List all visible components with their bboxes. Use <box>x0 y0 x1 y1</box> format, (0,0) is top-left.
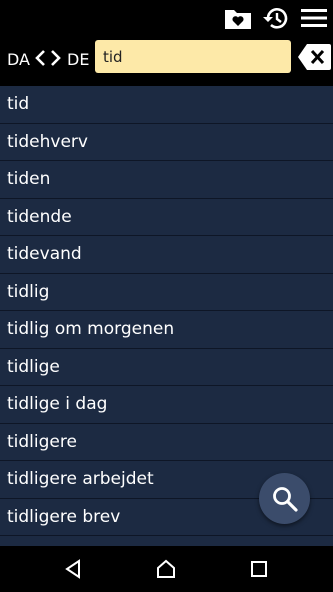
search-input[interactable] <box>95 40 291 73</box>
back-icon[interactable] <box>61 557 87 581</box>
search-fab-button[interactable] <box>259 473 310 524</box>
result-list-item[interactable]: tidlige i dag <box>0 386 333 424</box>
result-list-item[interactable]: tidlige <box>0 349 333 386</box>
result-list-item[interactable]: tidlig <box>0 274 333 311</box>
top-bar: DA DE <box>0 0 333 86</box>
result-list-item[interactable]: tid <box>0 86 333 124</box>
swap-languages[interactable] <box>34 48 62 68</box>
clear-search-button[interactable] <box>297 43 331 71</box>
top-icons <box>223 4 329 32</box>
home-icon[interactable] <box>153 557 179 581</box>
chevron-left-icon <box>35 50 45 66</box>
result-list-item[interactable]: tidehverv <box>0 124 333 161</box>
search-icon <box>272 486 298 512</box>
favorites-folder-icon[interactable] <box>223 4 253 32</box>
source-language[interactable]: DA <box>7 50 30 69</box>
menu-icon[interactable] <box>299 4 329 32</box>
chevron-right-icon <box>51 50 61 66</box>
recents-icon[interactable] <box>246 557 272 581</box>
system-nav-bar <box>0 546 333 592</box>
history-icon[interactable] <box>261 4 291 32</box>
backspace-clear-icon <box>298 44 331 70</box>
result-list-item[interactable]: tidende <box>0 199 333 236</box>
target-language[interactable]: DE <box>67 50 89 69</box>
result-list-item[interactable]: tidligere <box>0 424 333 461</box>
result-list-item[interactable]: tiden <box>0 161 333 199</box>
result-list-item[interactable]: tidlig om morgenen <box>0 311 333 349</box>
result-list-item[interactable]: tidevand <box>0 236 333 274</box>
